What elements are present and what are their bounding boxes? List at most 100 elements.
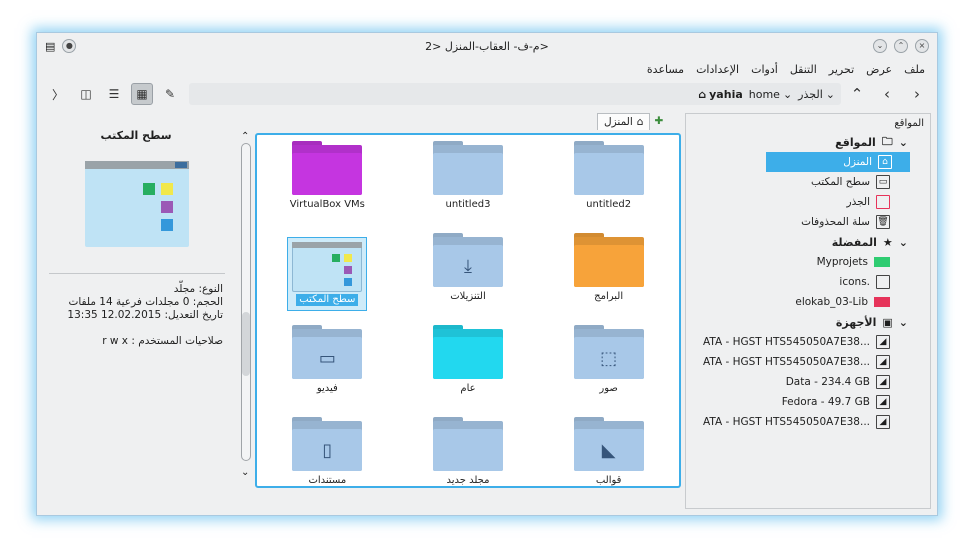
drive-icon: ◢ [876,335,890,349]
chevron-down-icon: ⌄ [898,315,908,329]
tag-color-icon [874,257,890,267]
menu-view[interactable]: عرض [866,63,892,76]
folder-icon [292,242,363,292]
scroll-down-icon[interactable]: ⌄ [241,467,249,478]
menu-file[interactable]: ملف [904,63,925,76]
menu-help[interactable]: مساعدة [647,63,684,76]
drive-icon: ◢ [876,415,890,429]
file-view[interactable]: VirtualBox VMs untitled3 untitled2 سطح المك… [255,133,681,488]
device-item[interactable]: ◢ Data - 234.4 GB [686,372,910,392]
forward-button[interactable]: › [905,83,929,105]
tab-label: المنزل [604,115,633,128]
file-manager-window: ▤ ● م-ف- العقاب-المنزل <2> ⌄ ⌃ × ملف عرض… [36,32,938,516]
file-view-scrollbar[interactable]: ⌃ ⌄ [237,131,253,487]
file-label: صور [599,383,618,394]
place-desktop[interactable]: ▭ سطح المكتب [686,172,910,192]
menu-go[interactable]: التنقل [790,63,817,76]
breadcrumb-root[interactable]: الجذر ⌄ [798,88,835,101]
scroll-up-icon[interactable]: ⌃ [241,131,249,142]
info-permissions: صلاحيات المستخدم : r w x [102,335,223,347]
scrollbar-track[interactable] [241,143,251,461]
file-item[interactable]: ⤓ التنزيلات [405,231,531,323]
folder-preview [85,161,189,247]
place-trash[interactable]: 🗑 سلة المحذوفات [686,212,910,232]
bookmark-elokab[interactable]: elokab_03-Lib [686,292,910,312]
info-metadata: النوع: مجلّد الحجم: 0 مجلدات فرعية 14 مل… [43,283,223,322]
folder-icon: ▭ [292,325,363,379]
scrollbar-thumb[interactable] [242,312,250,376]
file-item[interactable]: VirtualBox VMs [264,139,390,231]
folder-icon [573,233,644,287]
file-item[interactable]: untitled2 [546,139,672,231]
drive-icon: ◢ [876,395,890,409]
drive-icon: ◢ [876,375,890,389]
menu-edit[interactable]: تحرير [829,63,854,76]
maximize-button[interactable]: ⌃ [894,39,908,53]
place-home[interactable]: ⌂ المنزل [766,152,910,172]
window-title: م-ف- العقاب-المنزل <2> [425,40,549,53]
details-view-icon[interactable]: ☰ [103,83,125,105]
folder-icon [292,141,363,195]
file-label: سطح المكتب [296,294,359,306]
file-item[interactable]: untitled3 [405,139,531,231]
icons-view-icon[interactable]: ▦ [131,83,153,105]
file-grid: VirtualBox VMs untitled3 untitled2 سطح المك… [257,135,679,507]
toolbar: 〉 ◫ ☰ ▦ ✎ الجذر ⌄ home ⌄ ⌂ yahia ⌃ ‹ › [37,81,937,109]
bookmark-icons[interactable]: icons. [686,272,910,292]
desktop-icon: ▭ [876,175,890,189]
title-bar: ▤ ● م-ف- العقاب-المنزل <2> ⌄ ⌃ × [37,33,937,59]
places-panel: المواقع ⌄ 🗀 المواقع ⌂ المنزل ▭ سطح المكت… [685,113,931,509]
minimize-button[interactable]: ⌄ [873,39,887,53]
file-item[interactable]: سطح المكتب [264,231,390,323]
file-label: مستندات [308,475,347,486]
section-places[interactable]: ⌄ 🗀 المواقع [686,132,910,152]
device-item[interactable]: ◢ ATA - HGST HTS545050A7E38... [686,332,910,352]
device-item[interactable]: ◢ ATA - HGST HTS545050A7E38... [686,412,910,432]
tab-bar: المنزل ⌂ ✚ [597,111,663,131]
section-devices[interactable]: ⌄ ▣ الأجهزة [686,312,910,332]
up-button[interactable]: ⌃ [845,83,869,105]
folder-icon [432,325,503,379]
menu-settings[interactable]: الإعدادات [696,63,739,76]
file-item[interactable]: ⬚ صور [546,323,672,415]
folder-icon: ◣ [573,417,644,471]
file-label: عام [460,383,476,394]
home-icon: ⌂ [878,155,892,169]
breadcrumb-user[interactable]: ⌂ yahia [698,88,743,101]
selected-file[interactable]: سطح المكتب [287,237,368,311]
folder-icon: ▯ [292,417,363,471]
places-panel-title: المواقع [894,118,924,129]
file-item[interactable]: ◣ قوالب [546,415,672,507]
file-item[interactable]: البرامج [546,231,672,323]
bookmark-myprojets[interactable]: Myprojets [686,252,910,272]
chevron-down-icon: ⌄ [898,135,908,149]
breadcrumb-home[interactable]: home ⌄ [749,88,792,101]
tab-home[interactable]: المنزل ⌂ [597,112,651,130]
section-bookmarks[interactable]: ⌄ ★ المفضلة [686,232,910,252]
file-item[interactable]: ▯ مستندات [264,415,390,507]
back-button[interactable]: ‹ [875,83,899,105]
terminal-icon[interactable]: 〉 [47,83,69,105]
folder-icon [876,275,890,289]
device-item[interactable]: ◢ Fedora - 49.7 GB [686,392,910,412]
file-item[interactable]: مجلد جديد [405,415,531,507]
file-label: untitled3 [445,199,491,210]
device-item[interactable]: ◢ ATA - HGST HTS545050A7E38... [686,352,910,372]
file-label: قوالب [595,475,622,486]
menu-tools[interactable]: أدوات [751,63,778,76]
close-button[interactable]: × [915,39,929,53]
chevron-down-icon: ⌄ [825,87,835,101]
info-type: النوع: مجلّد [173,283,223,295]
folder-icon: 🗀 [881,134,893,148]
split-view-icon[interactable]: ◫ [75,83,97,105]
edit-location-icon[interactable]: ✎ [159,83,181,105]
devices-icon: ▣ [882,315,893,329]
file-item[interactable]: ▭ فيديو [264,323,390,415]
new-tab-icon[interactable]: ✚ [654,115,663,127]
place-root[interactable]: الجذر [686,192,910,212]
folder-icon [573,141,644,195]
file-label: فيديو [316,383,338,394]
file-label: مجلد جديد [446,475,490,486]
root-folder-icon [876,195,890,209]
file-item[interactable]: عام [405,323,531,415]
